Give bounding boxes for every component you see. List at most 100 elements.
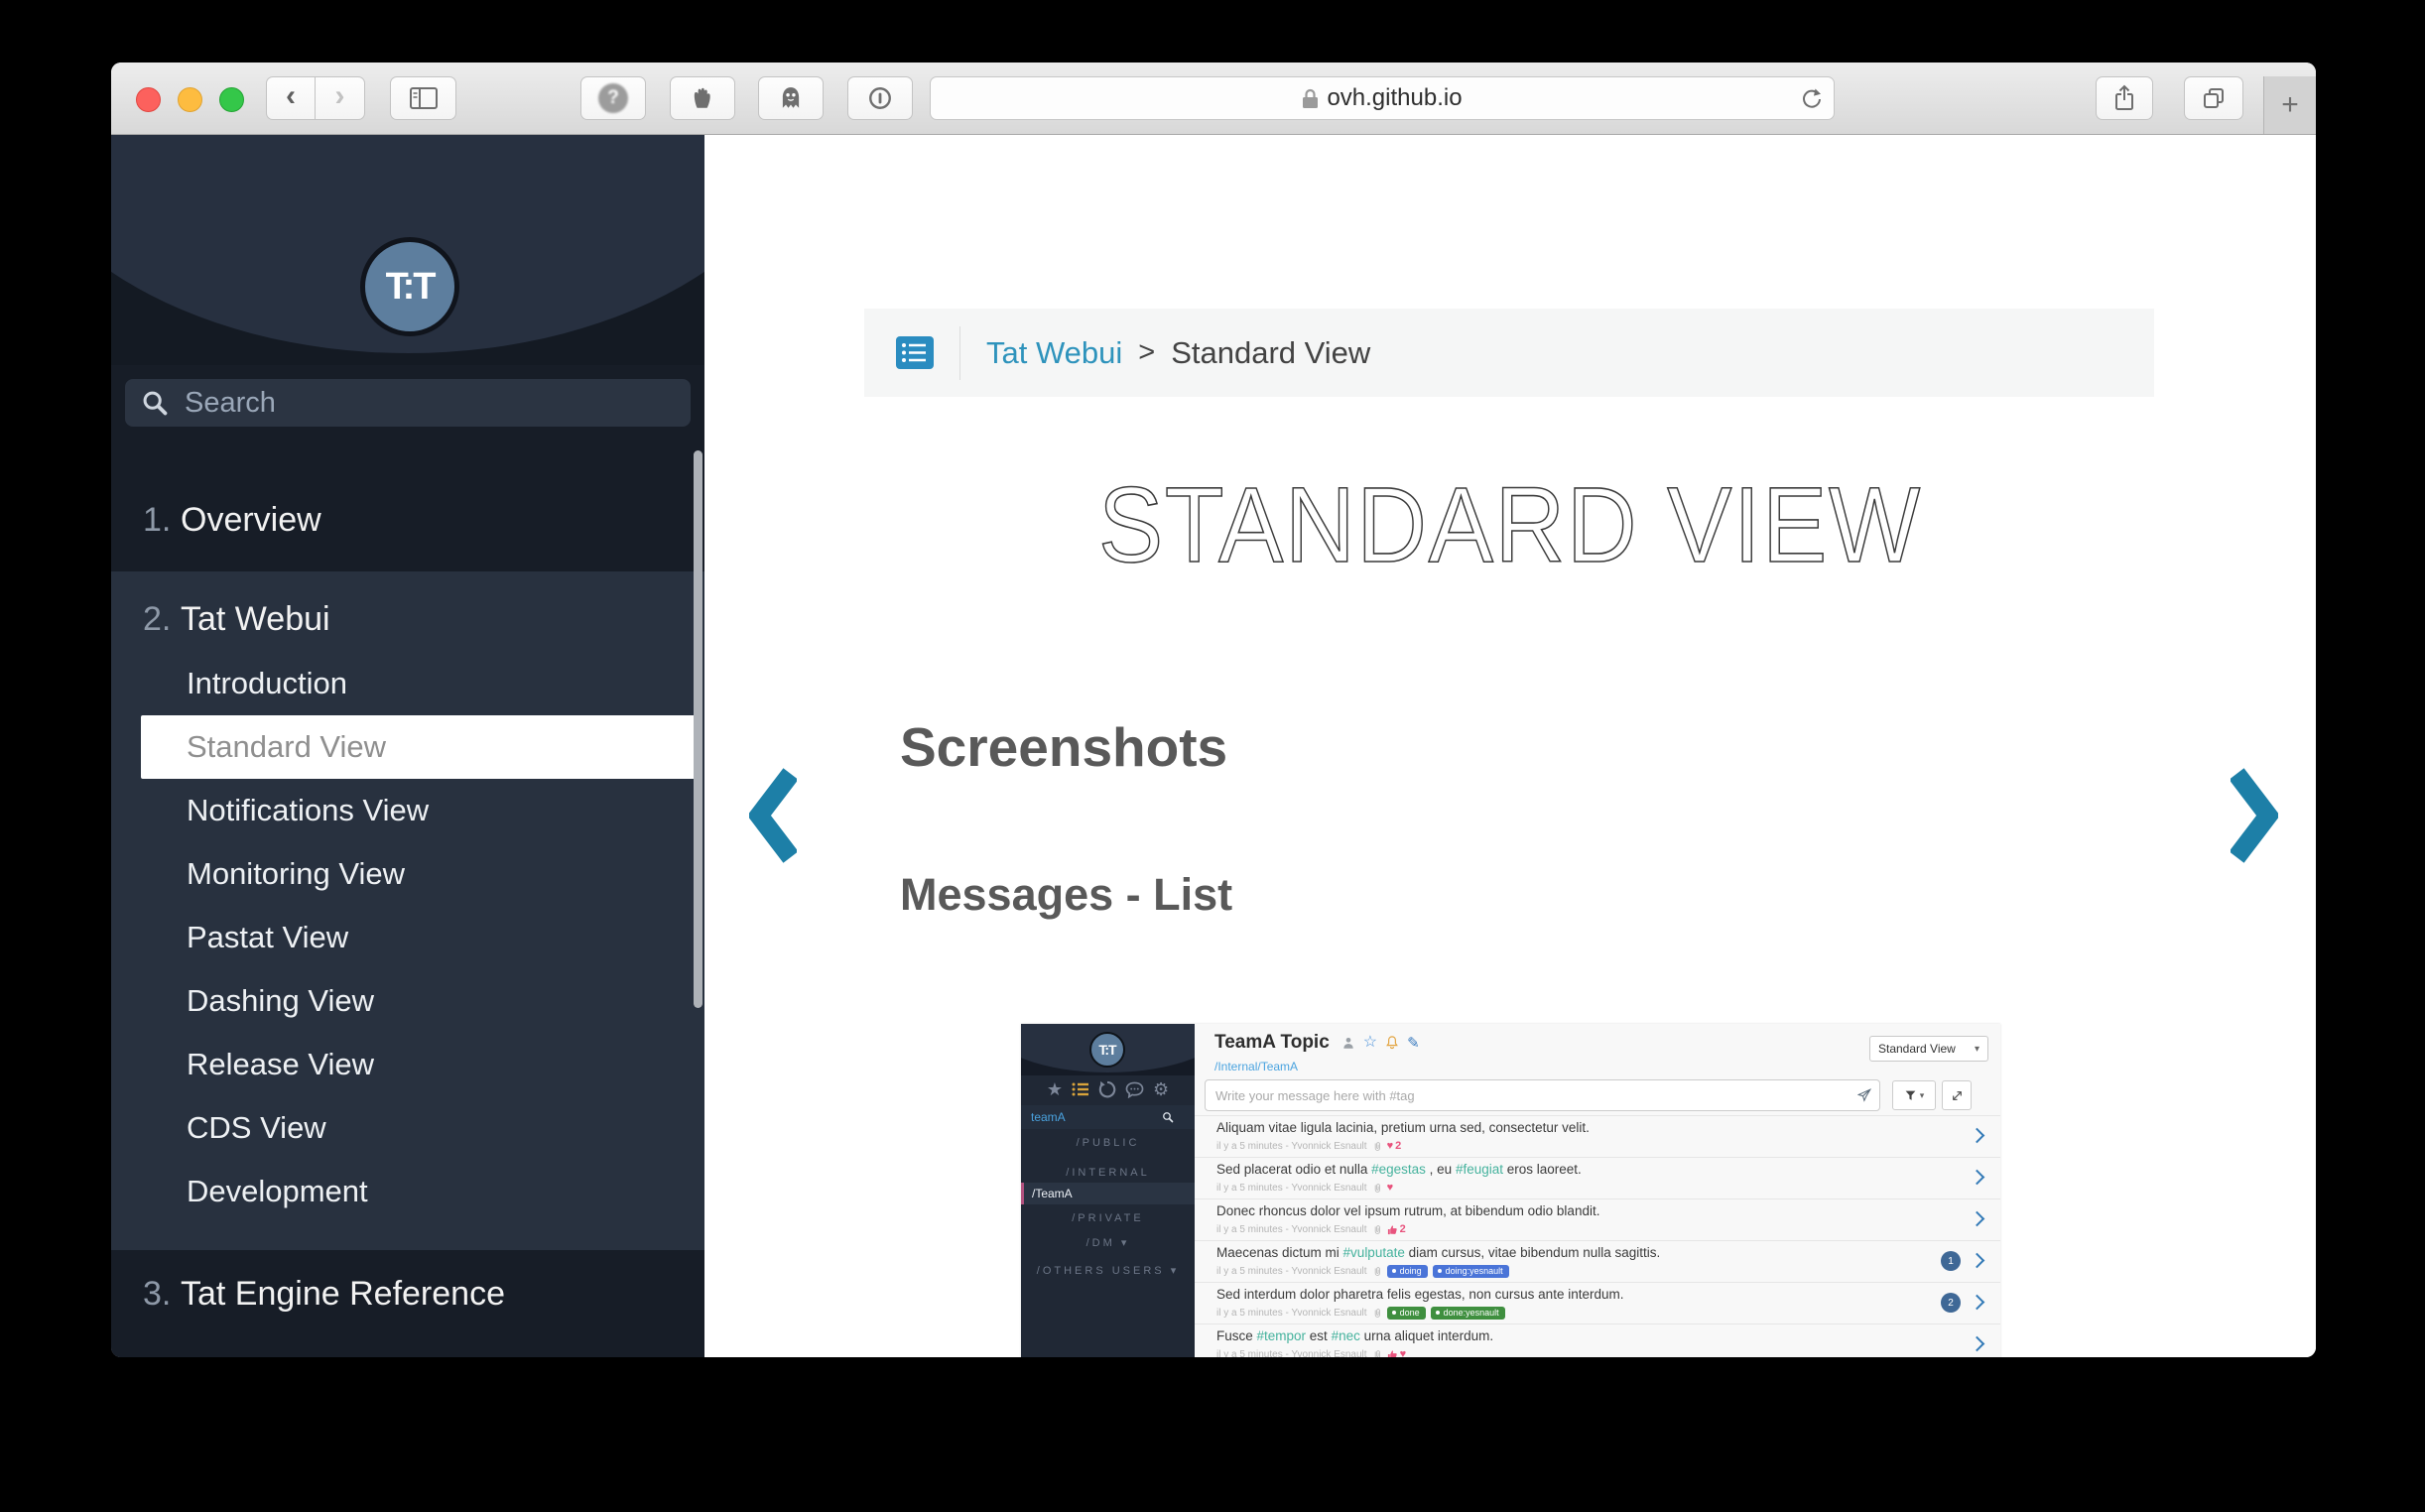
message-meta-text: il y a 5 minutes - Yvonnick Esnault (1216, 1266, 1367, 1277)
prev-page-arrow[interactable] (749, 768, 797, 863)
minimize-window-button[interactable] (178, 87, 202, 112)
message-text: Aliquam vitae ligula lacinia, pretium ur… (1216, 1120, 1590, 1135)
reply-count-badge: 2 (1941, 1293, 1961, 1313)
sidebar-item-monitoring-view[interactable]: Monitoring View (111, 842, 704, 906)
share-button[interactable] (2096, 76, 2153, 120)
item-label: Notifications View (187, 793, 429, 828)
channel-private: /PRIVATE (1021, 1212, 1195, 1224)
open-message-chevron-icon (1970, 1211, 1985, 1227)
back-button[interactable]: ‹ (266, 76, 316, 120)
hashtag: #nec (1332, 1328, 1360, 1343)
send-icon (1857, 1088, 1871, 1102)
search-input[interactable] (183, 386, 623, 421)
breadcrumb-current-page: Standard View (1171, 335, 1370, 371)
sidebar-item-dashing-view[interactable]: Dashing View (111, 969, 704, 1033)
sidebar-toggle-button[interactable] (390, 76, 456, 120)
tab-overview-button[interactable] (2184, 76, 2243, 120)
message-text: Fusce #tempor est #nec urna aliquet inte… (1216, 1328, 1493, 1343)
item-label: Tat Engine Reference (181, 1275, 505, 1314)
bell-icon (1385, 1035, 1399, 1051)
item-label: Overview (181, 501, 321, 540)
sidebar-item-development[interactable]: Development (111, 1160, 704, 1223)
history-icon (1098, 1080, 1116, 1098)
sidebar-item-pastat-view[interactable]: Pastat View (111, 906, 704, 969)
app-message-input (1213, 1087, 1857, 1104)
sidebar-search[interactable] (125, 379, 691, 427)
sidebar-item-tat-cli-reference[interactable]: 4. Tat CLI Reference (111, 1333, 704, 1357)
item-number: 3. (143, 1275, 181, 1314)
reply-count-badge: 1 (1941, 1251, 1961, 1271)
sidebar-item-release-view[interactable]: Release View (111, 1033, 704, 1096)
open-message-chevron-icon (1970, 1336, 1985, 1352)
chat-bubble-icon (1125, 1081, 1144, 1098)
sidebar-item-standard-view[interactable]: Standard View (141, 715, 697, 779)
sidebar-item-tat-engine-reference[interactable]: 3. Tat Engine Reference (111, 1254, 704, 1333)
keyhole-icon (867, 85, 893, 111)
app-expand-button (1942, 1080, 1972, 1110)
next-page-arrow[interactable] (2231, 768, 2278, 863)
message-text: Donec rhoncus dolor vel ipsum rutrum, at… (1216, 1203, 1599, 1218)
app-topic-search-input (1029, 1109, 1162, 1125)
forward-button[interactable]: › (316, 76, 365, 120)
sidebar-item-overview[interactable]: 1. Overview (111, 480, 704, 560)
message-meta-text: il y a 5 minutes - Yvonnick Esnault (1216, 1141, 1367, 1152)
share-icon (2112, 84, 2136, 112)
item-number: 1. (143, 501, 181, 540)
breadcrumb: Tat Webui > Standard View (864, 309, 2154, 397)
item-label: Standard View (187, 729, 386, 765)
extension-keyhole-button[interactable] (847, 76, 913, 120)
section-heading: Screenshots (900, 715, 1227, 779)
sidebar-item-tat-webui[interactable]: 2. Tat Webui (111, 579, 704, 659)
question-icon: ? (598, 83, 628, 113)
reload-button[interactable] (1800, 86, 1824, 112)
message-meta-text: il y a 5 minutes - Yvonnick Esnault (1216, 1349, 1367, 1358)
chevron-down-icon: ▾ (1975, 1044, 1979, 1055)
tabs-icon (2201, 85, 2227, 111)
sidebar-item-cds-view[interactable]: CDS View (111, 1096, 704, 1160)
open-message-chevron-icon (1970, 1253, 1985, 1269)
app-view-select-value: Standard View (1878, 1042, 1956, 1056)
channel-teama-active: /TeamA (1021, 1183, 1195, 1204)
app-topic-search (1021, 1105, 1195, 1129)
heart-icon: ♥ (1400, 1348, 1407, 1357)
app-sidebar: T:T ★ ⚙ (1021, 1024, 1195, 1357)
item-label: Introduction (187, 666, 347, 701)
url-text: ovh.github.io (1327, 84, 1462, 112)
tat-logo[interactable]: T:T (360, 237, 459, 336)
channel-dm: /DM ▾ (1021, 1236, 1195, 1249)
list-icon (1072, 1081, 1089, 1097)
heart-icon: ♥ (1387, 1140, 1394, 1152)
message-row: Fusce #tempor est #nec urna aliquet inte… (1195, 1323, 2000, 1357)
pencil-icon: ✎ (1407, 1036, 1420, 1051)
open-message-chevron-icon (1970, 1170, 1985, 1186)
favorites-star-icon: ★ (1047, 1080, 1063, 1098)
app-main-pane: TeamA Topic ☆ ✎ /Internal/TeamA Standard… (1195, 1024, 2000, 1357)
toc-icon[interactable] (896, 336, 934, 369)
hand-icon (690, 85, 715, 111)
message-row: Maecenas dictum mi #vulputate diam cursu… (1195, 1240, 2000, 1282)
zoom-window-button[interactable] (219, 87, 244, 112)
new-tab-button[interactable]: + (2263, 76, 2316, 134)
chevron-down-icon: ▾ (1171, 1265, 1180, 1277)
star-outline-icon: ☆ (1363, 1035, 1377, 1051)
sidebar-item-introduction[interactable]: Introduction (111, 652, 704, 715)
breadcrumb-divider (959, 326, 960, 380)
message-meta: il y a 5 minutes - Yvonnick Esnault ♥ 2 (1216, 1140, 1401, 1152)
url-bar[interactable]: ovh.github.io (930, 76, 1835, 120)
message-row: Donec rhoncus dolor vel ipsum rutrum, at… (1195, 1198, 2000, 1240)
extension-ghost-button[interactable] (758, 76, 824, 120)
person-icon (1341, 1036, 1355, 1051)
paperclip-icon (1372, 1183, 1382, 1194)
tat-logo-text: T:T (386, 266, 435, 309)
item-label: Tat Webui (181, 600, 330, 639)
sidebar-scrollbar-thumb[interactable] (694, 450, 702, 1008)
breadcrumb-section-link[interactable]: Tat Webui (986, 335, 1122, 371)
channel-dm-label: /DM (1086, 1237, 1115, 1249)
extension-help-button[interactable]: ? (580, 76, 646, 120)
heart-reactions: ♥ 2 (1387, 1140, 1402, 1152)
message-row: Aliquam vitae ligula lacinia, pretium ur… (1195, 1115, 2000, 1157)
extension-hand-button[interactable] (670, 76, 735, 120)
close-window-button[interactable] (136, 87, 161, 112)
sidebar-item-notifications-view[interactable]: Notifications View (111, 779, 704, 842)
message-row: Sed interdum dolor pharetra felis egesta… (1195, 1282, 2000, 1323)
